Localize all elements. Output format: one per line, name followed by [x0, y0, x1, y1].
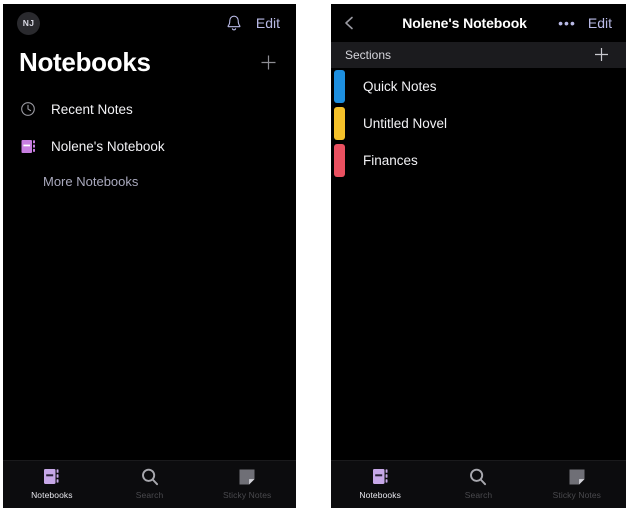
- page-title: Notebooks: [19, 47, 151, 77]
- sections-header: Sections: [331, 42, 626, 68]
- tab-label: Search: [135, 490, 164, 500]
- nav-title: Nolene's Notebook: [402, 15, 527, 31]
- tab-search[interactable]: Search: [101, 466, 199, 500]
- notebook-icon: [371, 466, 390, 487]
- tab-sticky-notes[interactable]: Sticky Notes: [528, 466, 626, 500]
- list-item-label: Recent Notes: [51, 101, 133, 117]
- section-row-quick-notes[interactable]: Quick Notes: [331, 68, 626, 105]
- notebooks-list-screen: NJ Edit Notebooks Recent Notes Nolene's …: [3, 4, 296, 508]
- notebook-icon: [19, 137, 37, 155]
- edit-button[interactable]: Edit: [588, 15, 612, 31]
- tab-label: Notebooks: [31, 490, 73, 500]
- bell-icon[interactable]: [225, 13, 243, 33]
- search-icon: [140, 466, 160, 487]
- left-empty-area: [3, 199, 296, 460]
- plus-icon[interactable]: [259, 53, 278, 72]
- notebook-list: Recent Notes Nolene's Notebook More Note…: [3, 91, 296, 199]
- clock-icon: [19, 100, 37, 118]
- tab-label: Search: [464, 490, 493, 500]
- tab-sticky-notes[interactable]: Sticky Notes: [198, 466, 296, 500]
- chevron-left-icon[interactable]: [341, 13, 357, 33]
- tab-search[interactable]: Search: [429, 466, 527, 500]
- sections-title: Sections: [345, 48, 392, 62]
- right-empty-area: [331, 179, 626, 460]
- list-item-recent-notes[interactable]: Recent Notes: [3, 91, 296, 128]
- right-tab-bar: Notebooks Search Sticky Notes: [331, 460, 626, 508]
- section-color-swatch: [334, 107, 345, 140]
- section-row-finances[interactable]: Finances: [331, 142, 626, 179]
- section-label: Untitled Novel: [363, 116, 448, 131]
- section-color-swatch: [334, 144, 345, 177]
- page-title-row: Notebooks: [3, 42, 296, 91]
- more-options-button[interactable]: •••: [558, 16, 576, 30]
- list-item-label: Nolene's Notebook: [51, 138, 165, 154]
- left-top-bar: NJ Edit: [3, 4, 296, 42]
- tab-notebooks[interactable]: Notebooks: [331, 466, 429, 500]
- more-notebooks-label: More Notebooks: [43, 174, 139, 190]
- left-tab-bar: Notebooks Search Sticky Notes: [3, 460, 296, 508]
- section-row-untitled-novel[interactable]: Untitled Novel: [331, 105, 626, 142]
- tab-label: Sticky Notes: [222, 490, 272, 500]
- right-nav-bar: Nolene's Notebook ••• Edit: [331, 4, 626, 42]
- section-label: Quick Notes: [363, 79, 437, 94]
- notebook-sections-screen: Nolene's Notebook ••• Edit Sections Quic…: [331, 4, 626, 508]
- list-item-nolenes-notebook[interactable]: Nolene's Notebook: [3, 128, 296, 165]
- sticky-note-icon: [238, 466, 256, 487]
- sticky-note-icon: [568, 466, 586, 487]
- avatar[interactable]: NJ: [17, 11, 40, 35]
- tab-notebooks[interactable]: Notebooks: [3, 466, 101, 500]
- edit-button[interactable]: Edit: [256, 15, 280, 31]
- plus-icon[interactable]: [593, 46, 612, 65]
- section-label: Finances: [363, 153, 418, 168]
- tab-label: Notebooks: [359, 490, 401, 500]
- search-icon: [468, 466, 488, 487]
- tab-label: Sticky Notes: [552, 490, 602, 500]
- more-notebooks-link[interactable]: More Notebooks: [3, 165, 296, 199]
- screenshot-stage: NJ Edit Notebooks Recent Notes Nolene's …: [0, 0, 626, 508]
- notebook-icon: [42, 466, 61, 487]
- sections-list: Quick Notes Untitled Novel Finances: [331, 68, 626, 179]
- section-color-swatch: [334, 70, 345, 103]
